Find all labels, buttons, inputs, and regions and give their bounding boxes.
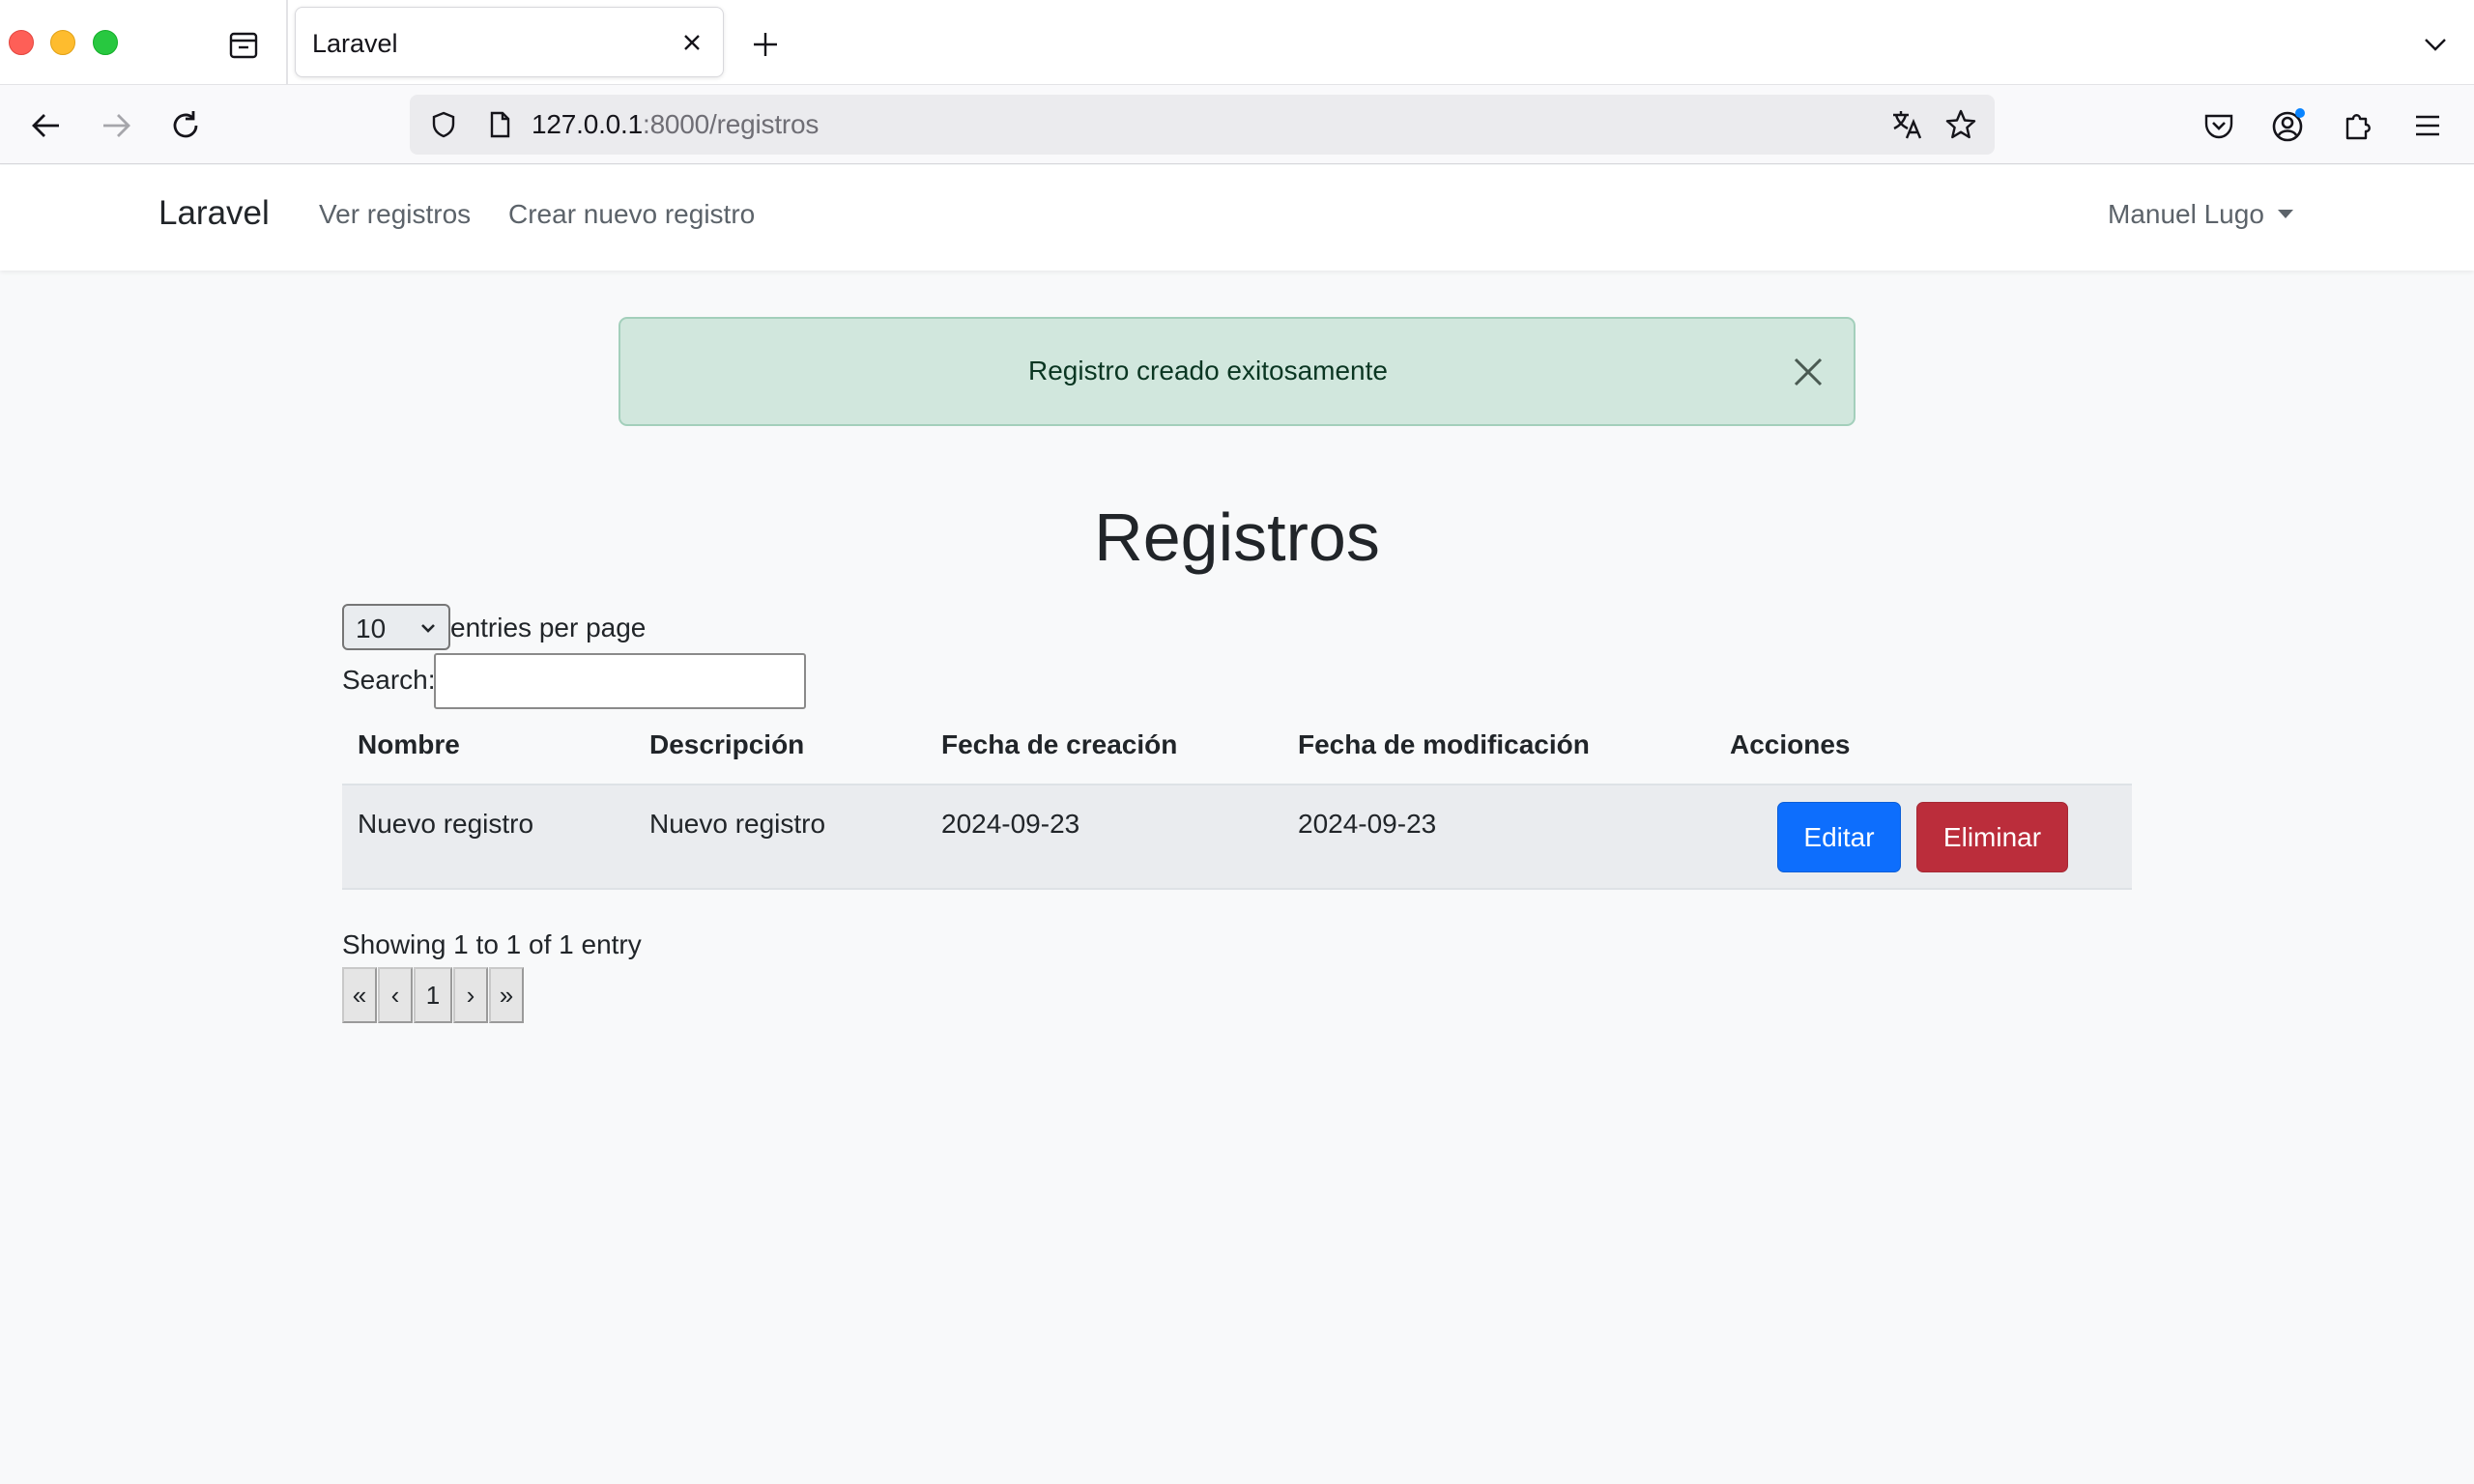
cell-descripcion: Nuevo registro <box>649 809 826 839</box>
column-header-acciones[interactable]: Acciones <box>1730 729 1851 760</box>
back-arrow-icon[interactable] <box>23 102 70 149</box>
pagination-prev-button[interactable]: ‹ <box>378 967 413 1023</box>
url-host: 127.0.0.1 <box>532 109 643 139</box>
pagination-next-button[interactable]: › <box>453 967 488 1023</box>
bookmark-star-icon[interactable] <box>1941 104 1981 145</box>
app-navbar: Laravel Ver registros Crear nuevo regist… <box>0 165 2474 271</box>
browser-toolbar: 127.0.0.1:8000/registros <box>0 85 2474 164</box>
url-text[interactable]: 127.0.0.1:8000/registros <box>532 109 819 140</box>
tab-separator <box>286 0 288 85</box>
tab-title: Laravel <box>312 29 398 58</box>
cell-fecha-modificacion: 2024-09-23 <box>1298 809 1437 839</box>
tracking-shield-icon[interactable] <box>423 104 464 145</box>
app-menu-hamburger-icon[interactable] <box>2404 102 2451 149</box>
column-header-fecha-creacion[interactable]: Fecha de creación <box>941 729 1177 760</box>
alert-close-icon[interactable] <box>1788 352 1828 392</box>
pagination-page-1-button[interactable]: 1 <box>414 967 452 1023</box>
entries-per-page-value: 10 <box>356 614 387 643</box>
window-maximize-button[interactable] <box>93 30 118 55</box>
alert-message: Registro creado exitosamente <box>1028 356 1388 385</box>
success-alert: Registro creado exitosamente <box>618 317 1856 426</box>
extensions-puzzle-icon[interactable] <box>2335 102 2381 149</box>
table-info-text: Showing 1 to 1 of 1 entry <box>342 929 642 959</box>
tab-close-icon[interactable] <box>675 25 709 60</box>
column-header-descripcion[interactable]: Descripción <box>649 729 804 760</box>
edit-button[interactable]: Editar <box>1777 802 1901 872</box>
user-name: Manuel Lugo <box>2108 199 2264 229</box>
column-header-fecha-modificacion[interactable]: Fecha de modificación <box>1298 729 1590 760</box>
browser-tab-active[interactable]: Laravel <box>295 7 724 77</box>
window-minimize-button[interactable] <box>50 30 75 55</box>
cell-fecha-creacion: 2024-09-23 <box>941 809 1080 839</box>
navbar-brand[interactable]: Laravel <box>158 194 270 233</box>
pagination-last-button[interactable]: » <box>489 967 524 1023</box>
translate-icon[interactable] <box>1886 104 1927 145</box>
account-icon[interactable] <box>2265 102 2312 149</box>
page-info-icon[interactable] <box>479 104 520 145</box>
search-input[interactable] <box>434 653 806 709</box>
tab-list-chevron-icon[interactable] <box>2414 23 2457 66</box>
user-dropdown[interactable]: Manuel Lugo <box>2108 199 2293 230</box>
forward-arrow-icon[interactable] <box>93 102 139 149</box>
url-path: :8000/registros <box>642 109 820 139</box>
entries-per-page-label: entries per page <box>450 613 647 642</box>
column-header-nombre[interactable]: Nombre <box>358 729 460 760</box>
nav-link-crear-registro[interactable]: Crear nuevo registro <box>508 199 755 230</box>
cell-nombre: Nuevo registro <box>358 809 534 839</box>
browser-tab-bar: Laravel <box>0 0 2474 85</box>
pagination-first-button[interactable]: « <box>342 967 377 1023</box>
nav-link-ver-registros[interactable]: Ver registros <box>319 199 471 230</box>
address-bar[interactable]: 127.0.0.1:8000/registros <box>410 95 1995 155</box>
chevron-down-icon <box>417 617 439 639</box>
search-label: Search: <box>342 665 436 695</box>
page-title: Registros <box>1094 499 1380 575</box>
reload-icon[interactable] <box>162 102 209 149</box>
new-tab-icon[interactable] <box>744 23 787 66</box>
pagination: « ‹ 1 › » <box>342 967 525 1023</box>
pocket-icon[interactable] <box>2196 102 2242 149</box>
dropdown-caret-icon <box>2277 210 2293 218</box>
delete-button[interactable]: Eliminar <box>1916 802 2068 872</box>
tab-overview-icon[interactable] <box>224 25 263 64</box>
window-close-button[interactable] <box>9 30 34 55</box>
entries-per-page-select[interactable]: 10 <box>342 604 450 650</box>
